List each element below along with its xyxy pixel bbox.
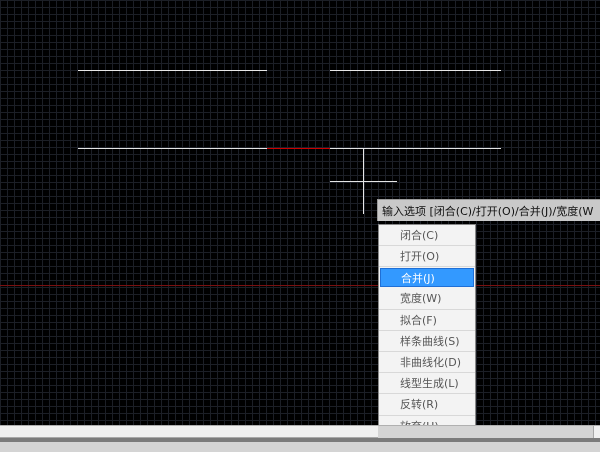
highlighted-segment[interactable] <box>267 148 330 149</box>
menu-item-join[interactable]: 合并(J) <box>380 268 474 288</box>
command-line-input[interactable] <box>0 426 378 438</box>
polyline-segment[interactable] <box>78 148 267 149</box>
menu-item-spline[interactable]: 样条曲线(S) <box>379 331 475 352</box>
drawing-canvas[interactable] <box>0 0 600 451</box>
menu-item-decurve[interactable]: 非曲线化(D) <box>379 352 475 374</box>
status-bar <box>0 425 600 452</box>
menu-item-fit[interactable]: 拟合(F) <box>379 310 475 331</box>
options-menu: 闭合(C) 打开(O) 合并(J) 宽度(W) 拟合(F) 样条曲线(S) 非曲… <box>378 224 476 438</box>
menu-item-ltype-gen[interactable]: 线型生成(L) <box>379 373 475 395</box>
status-field-right[interactable] <box>593 426 600 438</box>
menu-item-close[interactable]: 闭合(C) <box>379 225 475 247</box>
polyline-segment[interactable] <box>330 148 501 149</box>
dynamic-input-prompt: 输入选项 [闭合(C)/打开(O)/合并(J)/宽度(W <box>377 199 600 221</box>
prompt-text: 输入选项 [闭合(C)/打开(O)/合并(J)/宽度(W <box>382 205 594 218</box>
polyline-segment[interactable] <box>330 70 501 71</box>
polyline-segment[interactable] <box>78 70 267 71</box>
menu-item-open[interactable]: 打开(O) <box>379 246 475 268</box>
menu-item-width[interactable]: 宽度(W) <box>379 288 475 310</box>
x-axis-line <box>0 285 600 286</box>
menu-item-reverse[interactable]: 反转(R) <box>379 394 475 416</box>
crosshair-cursor-horizontal <box>330 181 397 182</box>
